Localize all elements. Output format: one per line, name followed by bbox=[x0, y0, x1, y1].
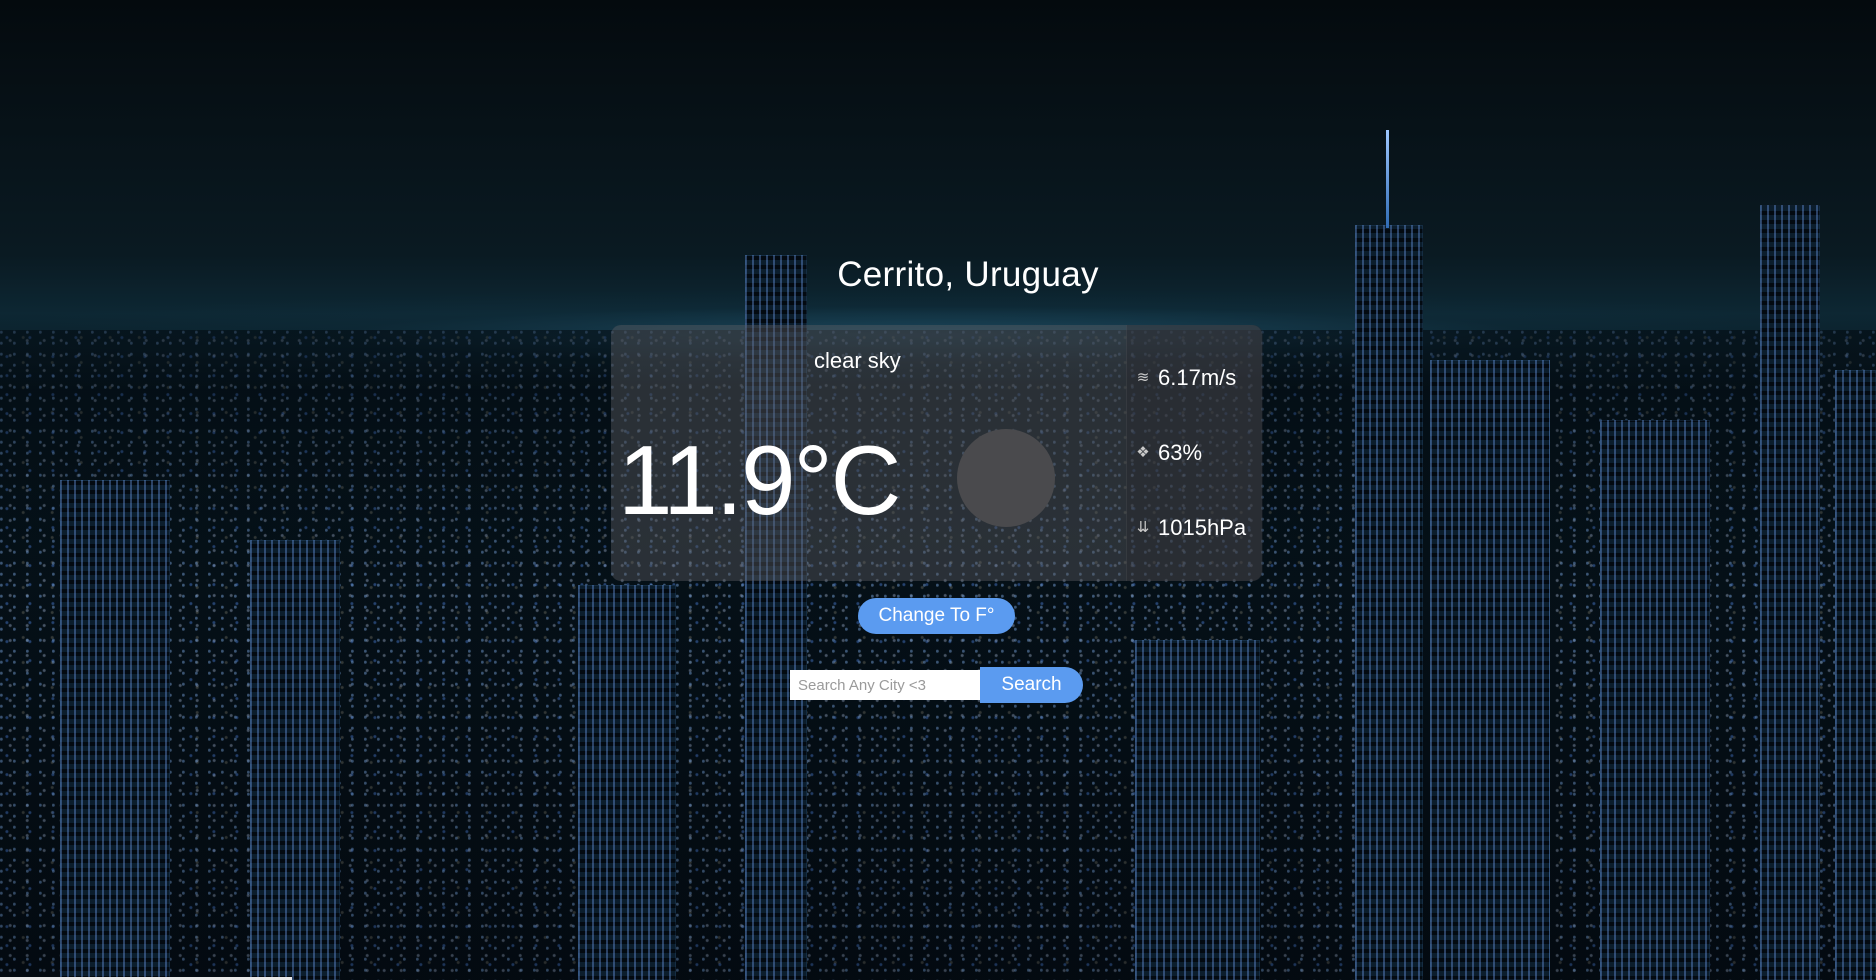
wind-stat: ≋ 6.17m/s bbox=[1126, 363, 1262, 393]
wind-speed-value: 6.17m/s bbox=[1158, 365, 1237, 390]
weather-icon-placeholder bbox=[957, 429, 1055, 527]
skyscraper bbox=[1760, 205, 1820, 980]
skyscraper bbox=[250, 540, 340, 980]
skyscraper bbox=[1835, 370, 1876, 980]
skyscraper bbox=[1135, 640, 1260, 980]
skyscraper bbox=[1430, 360, 1550, 980]
skyscraper bbox=[1355, 225, 1423, 980]
pressure-icon: ⇊ bbox=[1136, 519, 1150, 536]
city-search-input[interactable] bbox=[790, 670, 980, 700]
wind-icon: ≋ bbox=[1136, 369, 1150, 386]
skyscraper bbox=[578, 585, 676, 980]
humidity-icon: ❖ bbox=[1136, 444, 1150, 461]
temperature-value: 11.9°C bbox=[618, 425, 901, 535]
skyscraper bbox=[60, 480, 170, 980]
skyscraper bbox=[1600, 420, 1710, 980]
change-unit-button[interactable]: Change To F° bbox=[858, 598, 1015, 634]
pressure-stat: ⇊ 1015hPa bbox=[1126, 513, 1262, 543]
location-title: Cerrito, Uruguay bbox=[837, 255, 1099, 294]
weather-description: clear sky bbox=[814, 348, 901, 373]
humidity-value: 63% bbox=[1158, 440, 1203, 465]
humidity-stat: ❖ 63% bbox=[1126, 438, 1262, 468]
skyscraper-spire bbox=[1386, 130, 1389, 228]
pressure-value: 1015hPa bbox=[1158, 515, 1247, 540]
search-button[interactable]: Search bbox=[980, 667, 1083, 703]
